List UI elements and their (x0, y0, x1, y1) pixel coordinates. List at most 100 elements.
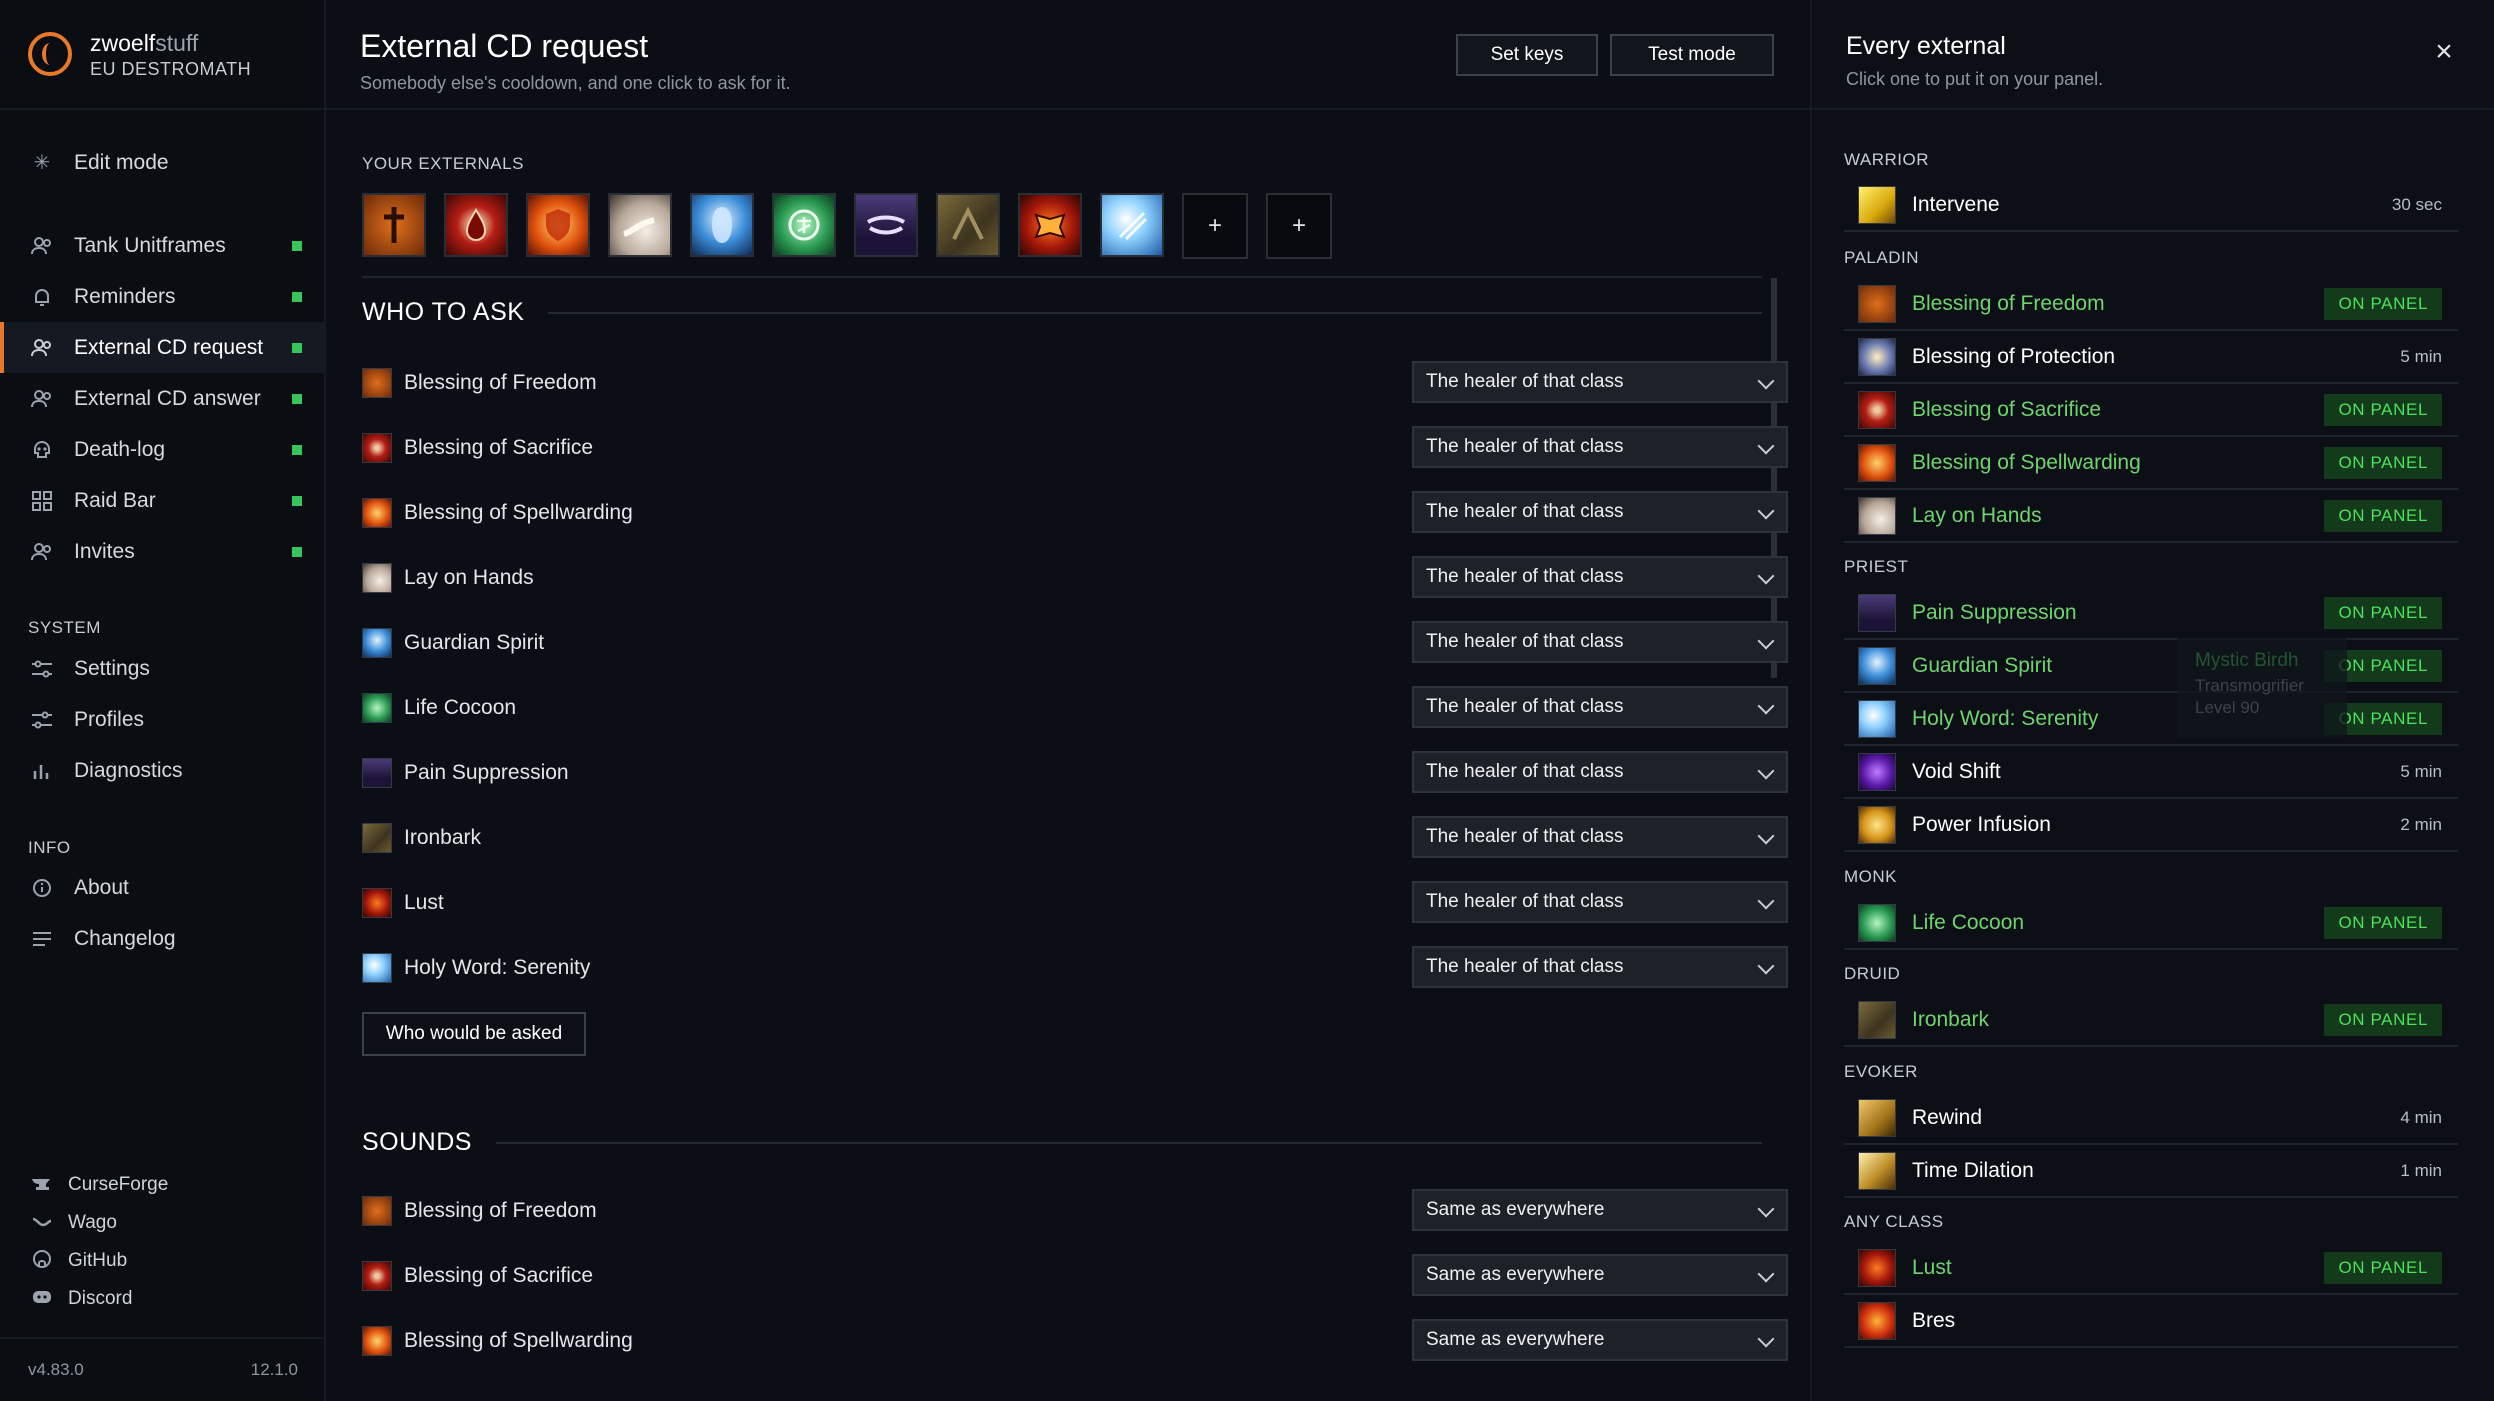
external-row-guardian-spirit[interactable]: Guardian Spirit ON PANEL (1844, 641, 2458, 693)
link-wago[interactable]: Wago (0, 1204, 324, 1242)
sidebar-item-invites[interactable]: Invites (0, 526, 324, 577)
add-external-slot[interactable]: + (1182, 193, 1248, 259)
external-row-power-infusion[interactable]: Power Infusion 2 min (1844, 800, 2458, 852)
on-panel-badge: ON PANEL (2324, 500, 2442, 532)
sidebar-item-tank-unitframes[interactable]: Tank Unitframes (0, 220, 324, 271)
chevron-down-icon (1757, 957, 1775, 975)
sidebar-item-diagnostics[interactable]: Diagnostics (0, 745, 324, 796)
who-to-ask-select[interactable]: The healer of that class (1412, 621, 1788, 663)
bres-icon (1858, 1302, 1896, 1340)
character-name: zwoelfstuff (90, 29, 199, 56)
sidebar-item-death-log[interactable]: Death-log (0, 424, 324, 475)
blessing-of-sacrifice-icon[interactable] (444, 193, 508, 257)
game-version: 12.1.0 (250, 1360, 298, 1379)
external-row-blessing-of-sacrifice[interactable]: Blessing of Sacrifice ON PANEL (1844, 385, 2458, 437)
version-footer: v4.83.0 12.1.0 (0, 1337, 324, 1401)
sidebar-item-profiles[interactable]: Profiles (0, 694, 324, 745)
sidebar-item-reminders[interactable]: Reminders (0, 271, 324, 322)
link-discord[interactable]: Discord (0, 1280, 324, 1318)
system-section-label: SYSTEM (28, 618, 101, 637)
ironbark-icon[interactable] (936, 193, 1000, 257)
blessing-of-freedom-icon (362, 1196, 392, 1226)
your-externals-label: YOUR EXTERNALS (362, 154, 524, 173)
class-label-evoker: EVOKER (1844, 1062, 1918, 1081)
external-row-blessing-of-spellwarding[interactable]: Blessing of Spellwarding ON PANEL (1844, 438, 2458, 490)
ironbark-icon (1858, 1001, 1896, 1039)
sidebar-item-changelog[interactable]: Changelog (0, 913, 324, 964)
lay-on-hands-icon (1858, 497, 1896, 535)
who-to-ask-select[interactable]: The healer of that class (1412, 686, 1788, 728)
guardian-spirit-icon (1858, 647, 1896, 685)
external-row-bres[interactable]: Bres (1844, 1296, 2458, 1348)
lay-on-hands-icon (362, 563, 392, 593)
sound-select[interactable]: Same as everywhere (1412, 1189, 1788, 1231)
external-row-ironbark[interactable]: Ironbark ON PANEL (1844, 995, 2458, 1047)
intervene-icon (1858, 186, 1896, 224)
who-to-ask-select[interactable]: The healer of that class (1412, 491, 1788, 533)
who-to-ask-select[interactable]: The healer of that class (1412, 556, 1788, 598)
who-to-ask-select[interactable]: The healer of that class (1412, 361, 1788, 403)
blessing-of-spellwarding-icon (1858, 444, 1896, 482)
external-row-life-cocoon[interactable]: Life Cocoon ON PANEL (1844, 898, 2458, 950)
blessing-of-freedom-icon[interactable] (362, 193, 426, 257)
who-to-ask-select[interactable]: The healer of that class (1412, 816, 1788, 858)
external-row-holy-word-serenity[interactable]: Holy Word: Serenity ON PANEL (1844, 694, 2458, 746)
discord-icon (30, 1289, 54, 1310)
external-row-void-shift[interactable]: Void Shift 5 min (1844, 747, 2458, 799)
external-row-pain-suppression[interactable]: Pain Suppression ON PANEL (1844, 588, 2458, 640)
add-external-slot[interactable]: + (1266, 193, 1332, 259)
chevron-down-icon (1757, 1330, 1775, 1348)
grid-icon (30, 489, 54, 513)
external-row-rewind[interactable]: Rewind 4 min (1844, 1093, 2458, 1145)
external-row-lay-on-hands[interactable]: Lay on Hands ON PANEL (1844, 491, 2458, 543)
test-mode-button[interactable]: Test mode (1610, 34, 1774, 76)
holy-word-serenity-icon[interactable] (1100, 193, 1164, 257)
guardian-spirit-icon[interactable] (690, 193, 754, 257)
who-to-ask-select[interactable]: The healer of that class (1412, 946, 1788, 988)
chevron-down-icon (1757, 762, 1775, 780)
who-would-be-asked-button[interactable]: Who would be asked (362, 1012, 586, 1056)
sound-select[interactable]: Same as everywhere (1412, 1319, 1788, 1361)
sound-select[interactable]: Same as everywhere (1412, 1254, 1788, 1296)
scrollbar[interactable] (1771, 278, 1777, 678)
skull-icon (30, 438, 54, 462)
divider (362, 276, 1762, 278)
sidebar-item-external-cd-request[interactable]: External CD request (0, 322, 324, 373)
class-label-any-class: ANY CLASS (1844, 1212, 1944, 1231)
lay-on-hands-icon[interactable] (608, 193, 672, 257)
on-panel-badge: ON PANEL (2324, 597, 2442, 629)
external-row-lust[interactable]: Lust ON PANEL (1844, 1243, 2458, 1295)
lust-icon[interactable] (1018, 193, 1082, 257)
status-dot (292, 445, 302, 455)
sidebar-item-external-cd-answer[interactable]: External CD answer (0, 373, 324, 424)
sidebar-item-settings[interactable]: Settings (0, 643, 324, 694)
set-keys-button[interactable]: Set keys (1456, 34, 1598, 76)
sidebar-item-about[interactable]: About (0, 862, 324, 913)
external-row-blessing-of-freedom[interactable]: Blessing of Freedom ON PANEL (1844, 279, 2458, 331)
link-github[interactable]: GitHub (0, 1242, 324, 1280)
edit-mode-button[interactable]: ✳ Edit mode (0, 137, 324, 188)
chevron-down-icon (1757, 892, 1775, 910)
life-cocoon-icon[interactable] (772, 193, 836, 257)
link-curseforge[interactable]: CurseForge (0, 1166, 324, 1204)
blessing-of-spellwarding-icon[interactable] (526, 193, 590, 257)
page-header: External CD request Somebody else's cool… (326, 0, 1810, 110)
void-shift-icon (1858, 753, 1896, 791)
who-to-ask-select[interactable]: The healer of that class (1412, 881, 1788, 923)
sound-row-blessing-of-freedom: Blessing of Freedom Same as everywhere (362, 1189, 1788, 1233)
who-row-life-cocoon: Life Cocoon The healer of that class (362, 686, 1788, 730)
status-dot (292, 496, 302, 506)
sounds-heading: SOUNDS (362, 1128, 1762, 1157)
who-to-ask-select[interactable]: The healer of that class (1412, 426, 1788, 468)
panel-title: Every external (1846, 32, 2006, 60)
external-row-time-dilation[interactable]: Time Dilation 1 min (1844, 1146, 2458, 1198)
external-row-blessing-of-protection[interactable]: Blessing of Protection 5 min (1844, 332, 2458, 384)
sidebar-item-raid-bar[interactable]: Raid Bar (0, 475, 324, 526)
panel-subtitle: Click one to put it on your panel. (1846, 69, 2104, 89)
sliders-icon (30, 657, 54, 681)
who-to-ask-select[interactable]: The healer of that class (1412, 751, 1788, 793)
external-row-intervene[interactable]: Intervene 30 sec (1844, 180, 2458, 232)
close-icon[interactable]: × (2432, 37, 2456, 67)
github-icon (30, 1249, 54, 1274)
pain-suppression-icon[interactable] (854, 193, 918, 257)
